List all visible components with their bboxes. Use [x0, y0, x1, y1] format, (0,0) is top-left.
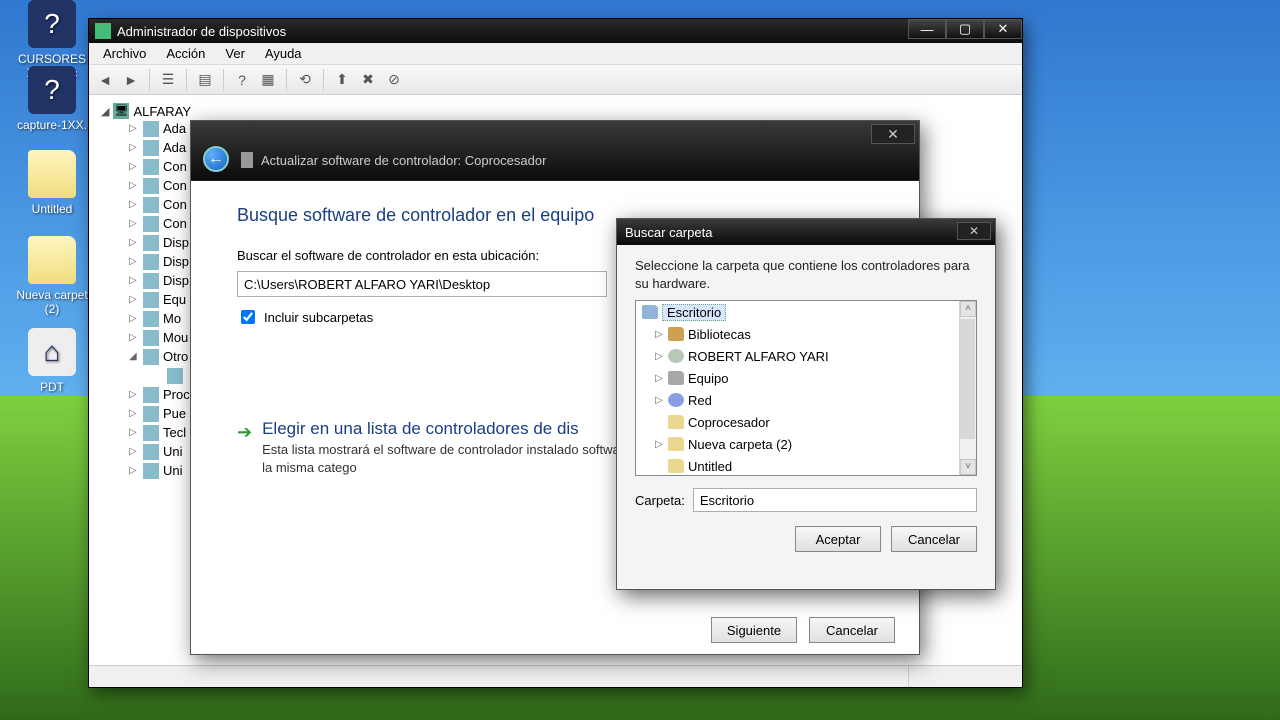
- minimize-button[interactable]: —: [908, 19, 946, 39]
- browse-tree-item[interactable]: Untitled: [636, 455, 976, 476]
- devmgr-statusbar: [89, 665, 1022, 687]
- action-icon[interactable]: ▦: [256, 68, 280, 92]
- path-combobox[interactable]: C:\Users\ROBERT ALFARO YARI\Desktop: [237, 271, 607, 297]
- show-hide-tree-icon[interactable]: ☰: [156, 68, 180, 92]
- forward-icon[interactable]: ►: [119, 68, 143, 92]
- tree-root[interactable]: ◢🖥 ALFARAY: [101, 103, 1010, 119]
- browse-tree[interactable]: Escritorio▷Bibliotecas▷ROBERT ALFARO YAR…: [635, 300, 977, 476]
- devmgr-icon: [95, 23, 111, 39]
- devmgr-title: Administrador de dispositivos: [117, 24, 286, 39]
- browse-folder-dialog: Buscar carpeta ✕ Seleccione la carpeta q…: [616, 218, 996, 590]
- maximize-button[interactable]: ▢: [946, 19, 984, 39]
- wizard-footer: Siguiente Cancelar: [191, 606, 919, 654]
- uninstall-icon[interactable]: ✖: [356, 68, 380, 92]
- browse-scrollbar[interactable]: ˄ ˅: [959, 301, 976, 475]
- browse-tree-item[interactable]: ▷ROBERT ALFARO YARI: [636, 345, 976, 367]
- wizard-close-button[interactable]: ✕: [871, 124, 915, 144]
- browse-titlebar[interactable]: Buscar carpeta ✕: [617, 219, 995, 245]
- browse-cancel-button[interactable]: Cancelar: [891, 526, 977, 552]
- wizard-header[interactable]: ✕ ← Actualizar software de controlador: …: [191, 121, 919, 181]
- help-icon[interactable]: ?: [230, 68, 254, 92]
- browse-tree-item[interactable]: ▷Bibliotecas: [636, 323, 976, 345]
- scroll-down-icon[interactable]: ˅: [960, 459, 976, 475]
- browse-tree-item[interactable]: ▷Red: [636, 389, 976, 411]
- menu-ver[interactable]: Ver: [215, 43, 255, 64]
- browse-tree-item[interactable]: Coprocesador: [636, 411, 976, 433]
- menu-ayuda[interactable]: Ayuda: [255, 43, 312, 64]
- folder-row: Carpeta:: [635, 488, 977, 512]
- ok-button[interactable]: Aceptar: [795, 526, 881, 552]
- browse-tree-item[interactable]: ▷Nueva carpeta (2): [636, 433, 976, 455]
- disable-icon[interactable]: ⊘: [382, 68, 406, 92]
- arrow-right-icon: ➔: [237, 422, 252, 476]
- scroll-up-icon[interactable]: ˄: [960, 301, 976, 317]
- wizard-title: Actualizar software de controlador: Copr…: [261, 153, 546, 168]
- desktop-icon-untitled[interactable]: Untitled: [14, 150, 90, 216]
- update-driver-icon[interactable]: ⬆: [330, 68, 354, 92]
- devmgr-menubar: Archivo Acción Ver Ayuda: [89, 43, 1022, 65]
- browse-close-button[interactable]: ✕: [957, 222, 991, 240]
- desktop-icon-pdt[interactable]: ⌂PDT: [14, 328, 90, 394]
- close-button[interactable]: ✕: [984, 19, 1022, 39]
- wizard-back-button[interactable]: ←: [203, 146, 229, 172]
- browse-message: Seleccione la carpeta que contiene los c…: [617, 245, 995, 300]
- devmgr-toolbar: ◄ ► ☰ ▤ ? ▦ ⟲ ⬆ ✖ ⊘: [89, 65, 1022, 95]
- folder-input[interactable]: [693, 488, 977, 512]
- browse-tree-item[interactable]: Escritorio: [636, 301, 976, 323]
- cancel-button[interactable]: Cancelar: [809, 617, 895, 643]
- menu-accion[interactable]: Acción: [156, 43, 215, 64]
- menu-archivo[interactable]: Archivo: [93, 43, 156, 64]
- back-icon[interactable]: ◄: [93, 68, 117, 92]
- desktop-icon-capture[interactable]: ?capture-1XX.: [14, 66, 90, 132]
- include-subfolders-checkbox[interactable]: [241, 310, 255, 324]
- next-button[interactable]: Siguiente: [711, 617, 797, 643]
- properties-icon[interactable]: ▤: [193, 68, 217, 92]
- scan-hardware-icon[interactable]: ⟲: [293, 68, 317, 92]
- browse-tree-item[interactable]: ▷Equipo: [636, 367, 976, 389]
- scroll-thumb[interactable]: [960, 319, 975, 439]
- devmgr-titlebar[interactable]: Administrador de dispositivos — ▢ ✕: [89, 19, 1022, 43]
- desktop-icon-nueva-carpeta[interactable]: Nueva carpet (2): [14, 236, 90, 316]
- wizard-icon: [241, 152, 253, 168]
